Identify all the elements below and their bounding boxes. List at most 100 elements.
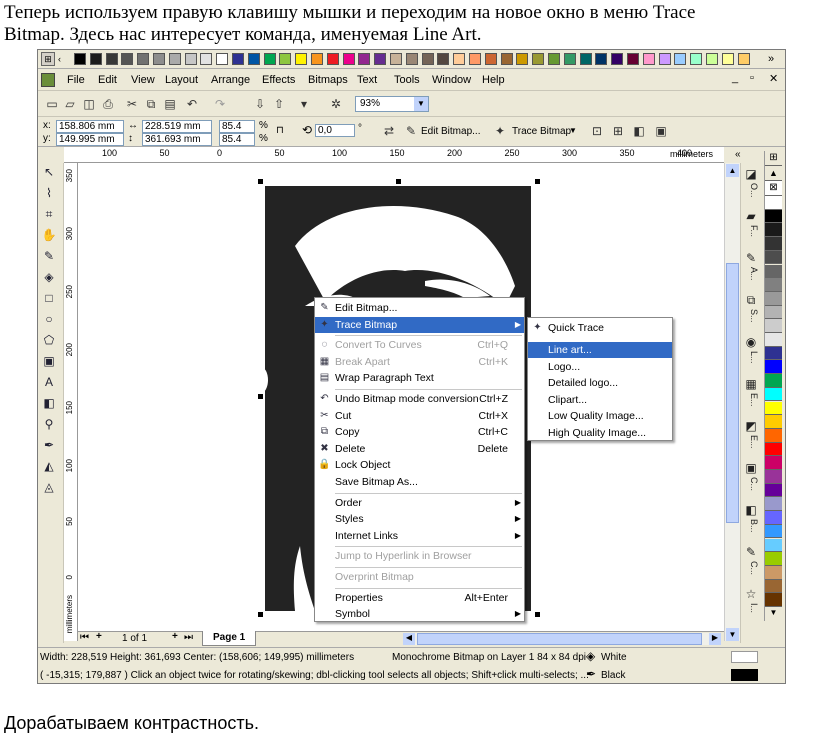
menu-file[interactable]: File bbox=[67, 72, 85, 88]
page-tab[interactable]: Page 1 bbox=[202, 631, 257, 646]
top-swatch[interactable] bbox=[658, 53, 671, 65]
horizontal-scroll-thumb[interactable] bbox=[417, 633, 702, 645]
palette-swatch[interactable] bbox=[765, 223, 782, 238]
top-swatch[interactable] bbox=[721, 53, 734, 65]
docker-tab-label[interactable]: I... bbox=[743, 603, 759, 613]
context-item-symbol[interactable]: Symbol ▶ bbox=[315, 606, 524, 622]
menu-effects[interactable]: Effects bbox=[262, 72, 295, 88]
text-tool-icon[interactable]: A bbox=[40, 373, 58, 391]
palette-swatch[interactable] bbox=[765, 346, 782, 361]
docker-icon[interactable]: ▰ bbox=[743, 209, 759, 223]
palette-swatch[interactable] bbox=[765, 565, 782, 580]
polygon-tool-icon[interactable]: ⬠ bbox=[40, 331, 58, 349]
context-item-cut[interactable]: ✂ Cut Ctrl+X bbox=[315, 408, 524, 424]
copy-icon[interactable]: ⧉ bbox=[143, 96, 159, 112]
top-swatch[interactable] bbox=[311, 53, 323, 65]
freehand-tool-icon[interactable]: ✎ bbox=[40, 247, 58, 265]
edit-bitmap-icon[interactable]: ✎ bbox=[403, 123, 419, 139]
scroll-up-icon[interactable]: ▲ bbox=[726, 164, 739, 177]
trace-bitmap-icon[interactable]: ✦ bbox=[492, 123, 508, 139]
resample-icon[interactable]: ⊞ bbox=[610, 123, 626, 139]
top-swatch[interactable] bbox=[500, 53, 513, 65]
add-page-after-icon[interactable]: + bbox=[172, 631, 178, 642]
top-swatch[interactable] bbox=[437, 53, 450, 65]
context-item-undo-bitmap-mode-conversion[interactable]: ↶ Undo Bitmap mode conversion Ctrl+Z bbox=[315, 391, 524, 407]
print-icon[interactable]: ⎙ bbox=[100, 96, 116, 112]
palette-swatch[interactable] bbox=[765, 291, 782, 306]
docker-icon[interactable]: ▦ bbox=[743, 377, 759, 391]
context-item-properties[interactable]: Properties Alt+Enter bbox=[315, 590, 524, 606]
minimize-button[interactable]: _ bbox=[732, 72, 738, 84]
handle-tm[interactable] bbox=[396, 179, 401, 184]
docker-icon[interactable]: ⧉ bbox=[743, 293, 759, 308]
menu-window[interactable]: Window bbox=[432, 72, 471, 88]
docker-tab-label[interactable]: F... bbox=[743, 225, 759, 237]
top-swatch[interactable] bbox=[74, 53, 86, 65]
rectangle-tool-icon[interactable]: □ bbox=[40, 289, 58, 307]
docker-icon[interactable]: ✎ bbox=[743, 251, 759, 265]
restore-button[interactable]: ▫ bbox=[750, 72, 754, 84]
palette-swatch[interactable] bbox=[765, 442, 782, 457]
menu-edit[interactable]: Edit bbox=[98, 72, 117, 88]
eyedropper-tool-icon[interactable]: ⚲ bbox=[40, 415, 58, 433]
basic-shapes-icon[interactable]: ▣ bbox=[40, 352, 58, 370]
palette-swatch[interactable] bbox=[765, 552, 782, 566]
cut-icon[interactable]: ✂ bbox=[124, 96, 140, 112]
context-item-styles[interactable]: Styles ▶ bbox=[315, 511, 524, 527]
top-swatch[interactable] bbox=[184, 53, 197, 65]
scroll-left-button-icon[interactable]: ◀ bbox=[403, 633, 415, 645]
add-page-before-icon[interactable]: + bbox=[96, 631, 102, 642]
palette-swatch[interactable] bbox=[765, 593, 782, 607]
handle-bl[interactable] bbox=[258, 612, 263, 617]
scroll-left-icon[interactable]: ‹ bbox=[58, 52, 70, 66]
docker-tab-label[interactable]: A... bbox=[743, 267, 759, 281]
top-swatch[interactable] bbox=[295, 53, 308, 65]
top-swatch[interactable] bbox=[89, 53, 102, 65]
context-item-lock-object[interactable]: 🔒 Lock Object bbox=[315, 457, 524, 473]
top-swatch[interactable] bbox=[579, 53, 592, 65]
top-swatch[interactable] bbox=[595, 53, 608, 65]
palette-swatch[interactable] bbox=[765, 456, 782, 470]
top-swatch[interactable] bbox=[421, 53, 434, 65]
top-swatch[interactable] bbox=[168, 53, 181, 65]
top-swatch[interactable] bbox=[216, 53, 229, 65]
menu-tools[interactable]: Tools bbox=[394, 72, 420, 88]
docker-icon[interactable]: ☆ bbox=[743, 587, 759, 601]
docker-tab-label[interactable]: B... bbox=[743, 519, 759, 533]
docker-tab-label[interactable]: C... bbox=[743, 477, 759, 491]
top-swatch[interactable] bbox=[706, 53, 718, 65]
pick-tool-icon[interactable]: ↖ bbox=[40, 163, 58, 181]
palette-swatch[interactable] bbox=[765, 374, 782, 388]
palette-swatch[interactable] bbox=[765, 209, 782, 224]
lock-ratio-icon[interactable]: ⊓ bbox=[276, 125, 284, 137]
last-page-icon[interactable]: ⏭ bbox=[184, 632, 193, 643]
trace-bitmap-button[interactable]: Trace Bitmap bbox=[512, 126, 571, 137]
palette-swatch[interactable] bbox=[765, 333, 782, 347]
top-swatch[interactable] bbox=[263, 53, 276, 65]
bitmap-color-mask-icon[interactable]: ◧ bbox=[631, 123, 647, 139]
palette-swatch[interactable] bbox=[765, 428, 782, 443]
palette-scroll-icon[interactable]: ▲ bbox=[765, 166, 782, 181]
ellipse-tool-icon[interactable]: ○ bbox=[40, 310, 58, 328]
palette-swatch[interactable] bbox=[765, 579, 782, 594]
palette-swatch[interactable] bbox=[765, 483, 782, 498]
top-swatch[interactable] bbox=[342, 53, 355, 65]
context-item-wrap-paragraph-text[interactable]: ▤ Wrap Paragraph Text bbox=[315, 370, 524, 386]
menu-text[interactable]: Text bbox=[357, 72, 377, 88]
palette-swatch[interactable] bbox=[765, 538, 782, 553]
docker-tab-label[interactable]: E... bbox=[743, 435, 759, 449]
palette-swatch[interactable] bbox=[765, 305, 782, 320]
docker-icon[interactable]: ◪ bbox=[743, 167, 759, 181]
palette-down-icon[interactable]: ▼ bbox=[765, 608, 782, 621]
handle-tl[interactable] bbox=[258, 179, 263, 184]
palette-scroll-up-icon[interactable]: ⊞ bbox=[765, 151, 782, 166]
top-swatch[interactable] bbox=[469, 53, 481, 65]
submenu-item-clipart[interactable]: Clipart... bbox=[528, 392, 672, 408]
shape-tool-icon[interactable]: ⌇ bbox=[40, 184, 58, 202]
submenu-item-logo[interactable]: Logo... bbox=[528, 359, 672, 375]
docker-icon[interactable]: ✎ bbox=[743, 545, 759, 559]
palette-swatch[interactable] bbox=[765, 196, 782, 210]
app-icon[interactable]: ⊞ bbox=[41, 52, 55, 66]
docker-icon[interactable]: ◧ bbox=[743, 503, 759, 517]
top-swatch[interactable] bbox=[390, 53, 402, 65]
